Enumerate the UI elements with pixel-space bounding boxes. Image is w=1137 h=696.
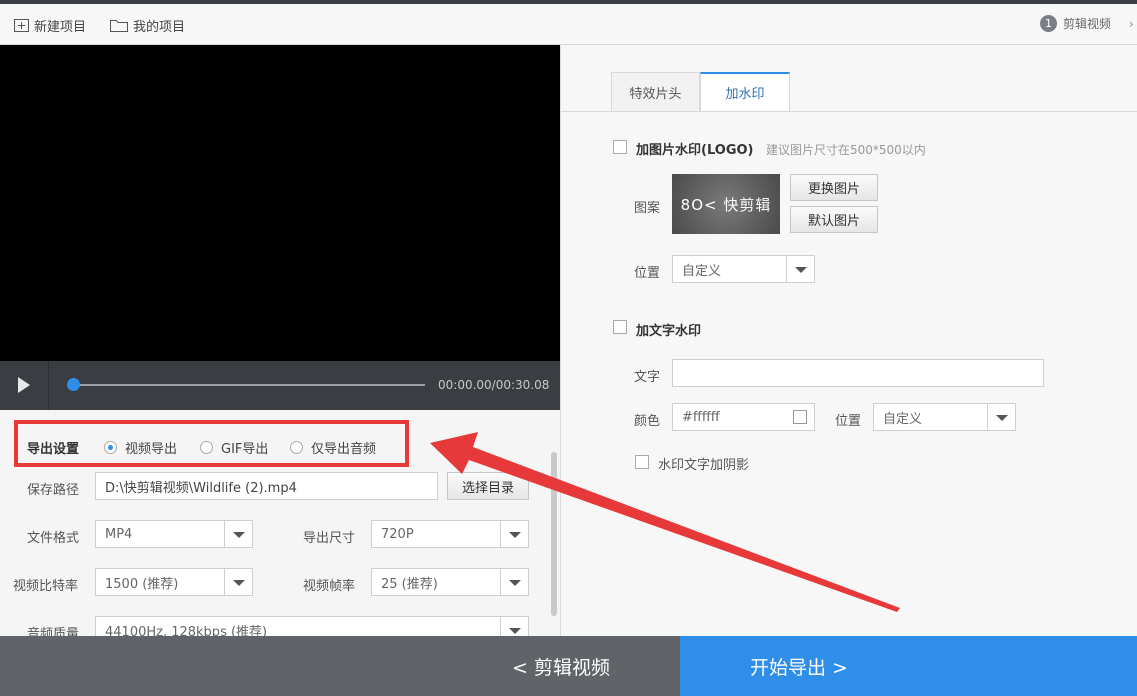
- watermark-panel: 特效片头 加水印 加图片水印(LOGO) 建议图片尺寸在500*500以内 图案…: [560, 45, 1137, 636]
- radio-video-export[interactable]: 视频导出: [104, 438, 177, 457]
- time-readout: 00:00.00/00:30.08: [438, 378, 550, 392]
- tab-watermark[interactable]: 加水印: [700, 72, 790, 112]
- position-label: 位置: [634, 266, 661, 281]
- text-watermark-checkbox[interactable]: [613, 320, 627, 334]
- back-to-edit-button[interactable]: < 剪辑视频: [0, 636, 680, 696]
- bitrate-value: 1500 (推荐): [105, 576, 179, 592]
- radio-dot: [200, 441, 213, 454]
- video-preview: [0, 45, 560, 361]
- seek-track[interactable]: [73, 384, 425, 386]
- shadow-label: 水印文字加阴影: [658, 458, 750, 473]
- step-indicator[interactable]: 1 剪辑视频 ›: [1040, 15, 1134, 32]
- scrollbar-thumb[interactable]: [551, 452, 557, 616]
- color-label: 颜色: [634, 414, 661, 429]
- image-position-value: 自定义: [682, 263, 722, 279]
- player-controls: 00:00.00/00:30.08: [0, 361, 560, 410]
- chevron-right-icon: ›: [1129, 16, 1134, 31]
- watermark-text-input[interactable]: [672, 359, 1044, 387]
- radio-dot-selected: [104, 441, 117, 454]
- framerate-value: 25 (推荐): [381, 576, 438, 592]
- new-project-label: 新建项目: [34, 20, 87, 35]
- framerate-select[interactable]: 25 (推荐): [371, 568, 529, 596]
- radio-dot: [290, 441, 303, 454]
- export-size-label: 导出尺寸: [303, 531, 356, 546]
- chevron-down-icon: [500, 521, 528, 547]
- export-size-select[interactable]: 720P: [371, 520, 529, 548]
- chevron-down-icon: [987, 404, 1015, 430]
- audio-quality-select[interactable]: 44100Hz, 128kbps (推荐): [95, 616, 529, 636]
- image-position-select[interactable]: 自定义: [672, 255, 815, 283]
- export-settings-label: 导出设置: [27, 442, 80, 457]
- color-value: #ffffff: [682, 409, 720, 425]
- file-format-label: 文件格式: [27, 531, 80, 546]
- step-label: 剪辑视频: [1063, 17, 1112, 31]
- plus-box-icon: [14, 19, 29, 32]
- export-settings-panel: 导出设置 视频导出 GIF导出 仅导出音频 保存路径 D:\快剪辑视频\Wild…: [0, 410, 560, 636]
- pattern-label: 图案: [634, 201, 661, 216]
- text-label: 文字: [634, 370, 661, 385]
- save-path-input[interactable]: D:\快剪辑视频\Wildlife (2).mp4: [95, 472, 438, 500]
- new-project-button[interactable]: 新建项目: [14, 16, 86, 35]
- file-format-value: MP4: [105, 526, 133, 542]
- radio-label: 仅导出音频: [311, 442, 377, 457]
- toolbar: 新建项目 我的项目 1 剪辑视频 ›: [0, 4, 1137, 45]
- radio-audio-only[interactable]: 仅导出音频: [290, 438, 376, 457]
- file-format-select[interactable]: MP4: [95, 520, 253, 548]
- radio-label: GIF导出: [221, 442, 269, 457]
- text-watermark-label: 加文字水印: [636, 324, 702, 339]
- radio-label: 视频导出: [125, 442, 178, 457]
- choose-directory-button[interactable]: 选择目录: [447, 472, 529, 500]
- save-path-label: 保存路径: [27, 483, 80, 498]
- color-swatch[interactable]: [793, 410, 807, 424]
- default-image-button[interactable]: 默认图片: [790, 206, 878, 233]
- my-projects-button[interactable]: 我的项目: [110, 16, 185, 35]
- image-watermark-hint: 建议图片尺寸在500*500以内: [766, 143, 926, 157]
- text-position-select[interactable]: 自定义: [873, 403, 1016, 431]
- chevron-down-icon: [224, 521, 252, 547]
- folder-icon: [110, 20, 128, 32]
- tab-divider: [561, 111, 1137, 112]
- shadow-checkbox[interactable]: [635, 455, 649, 469]
- tab-effects-intro[interactable]: 特效片头: [611, 72, 700, 112]
- framerate-label: 视频帧率: [303, 579, 356, 594]
- export-size-value: 720P: [381, 526, 414, 542]
- bottom-bar: < 剪辑视频 开始导出 >: [0, 636, 1137, 696]
- bitrate-label: 视频比特率: [13, 579, 79, 594]
- control-divider: [48, 361, 49, 410]
- play-icon[interactable]: [18, 377, 30, 393]
- chevron-down-icon: [500, 569, 528, 595]
- logo-text: 8O< 快剪辑: [680, 195, 772, 214]
- start-export-button[interactable]: 开始导出 >: [680, 636, 1137, 696]
- radio-gif-export[interactable]: GIF导出: [200, 438, 268, 457]
- image-watermark-checkbox[interactable]: [613, 140, 627, 154]
- seek-knob[interactable]: [67, 378, 80, 391]
- bitrate-select[interactable]: 1500 (推荐): [95, 568, 253, 596]
- step-number: 1: [1040, 15, 1057, 32]
- chevron-down-icon: [500, 617, 528, 636]
- text-position-value: 自定义: [883, 411, 923, 427]
- logo-preview: 8O< 快剪辑: [672, 174, 780, 234]
- audio-quality-label: 音频质量: [27, 627, 80, 636]
- chevron-down-icon: [786, 256, 814, 282]
- replace-image-button[interactable]: 更换图片: [790, 174, 878, 201]
- text-position-label: 位置: [835, 414, 862, 429]
- audio-quality-value: 44100Hz, 128kbps (推荐): [105, 624, 268, 637]
- my-projects-label: 我的项目: [133, 20, 186, 35]
- image-watermark-label: 加图片水印(LOGO): [636, 143, 754, 158]
- chevron-down-icon: [224, 569, 252, 595]
